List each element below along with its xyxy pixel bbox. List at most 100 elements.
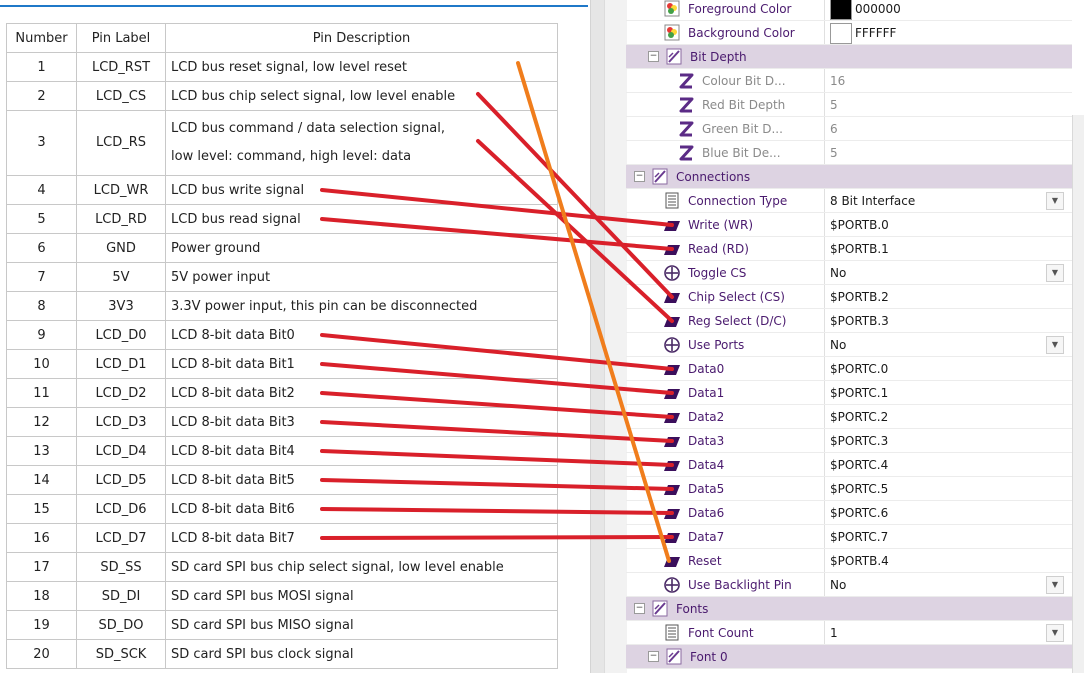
property-value[interactable]: 6	[830, 122, 838, 136]
property-value[interactable]: $PORTC.2	[830, 410, 888, 424]
pin-table-header: Number Pin Label Pin Description	[6, 23, 558, 53]
header-pin-label: Pin Label	[76, 23, 166, 53]
property-group-fonts[interactable]: − Fonts	[626, 597, 1072, 621]
property-row-d4[interactable]: Data4 $PORTC.4	[626, 453, 1072, 477]
property-value[interactable]: No	[830, 338, 846, 352]
pin-description-cell: LCD 8-bit data Bit4	[165, 436, 558, 466]
property-row-fg[interactable]: Foreground Color 000000	[626, 0, 1072, 21]
property-value[interactable]: $PORTC.5	[830, 482, 888, 496]
property-value[interactable]: 5	[830, 146, 838, 160]
table-row: 7 5V 5V power input	[6, 262, 558, 292]
pin-label-cell: LCD_D3	[76, 407, 166, 437]
property-value[interactable]: $PORTB.1	[830, 242, 889, 256]
pin-number-cell: 9	[6, 320, 77, 350]
property-value[interactable]: $PORTB.2	[830, 290, 889, 304]
property-label: Font 0	[690, 650, 728, 664]
collapse-toggle-icon[interactable]: −	[634, 603, 645, 614]
property-row-fontcount[interactable]: Font Count 1 ▼	[626, 621, 1072, 645]
property-row-d2[interactable]: Data2 $PORTC.2	[626, 405, 1072, 429]
property-name-cell: Use Ports	[626, 333, 825, 356]
dropdown-arrow-icon[interactable]: ▼	[1046, 624, 1064, 642]
pin-description-cell: LCD bus read signal	[165, 204, 558, 234]
property-value[interactable]: FFFFFF	[855, 26, 896, 40]
property-value[interactable]: $PORTC.1	[830, 386, 888, 400]
palette-icon	[664, 0, 680, 17]
property-value[interactable]: $PORTC.6	[830, 506, 888, 520]
property-group-connections[interactable]: − Connections	[626, 165, 1072, 189]
property-name-cell: Read (RD)	[626, 237, 825, 260]
property-value[interactable]: No	[830, 578, 846, 592]
pin-label-cell: LCD_D4	[76, 436, 166, 466]
pin-label-cell: 3V3	[76, 291, 166, 321]
pin-label-cell: LCD_D5	[76, 465, 166, 495]
property-value[interactable]: 1	[830, 626, 838, 640]
property-label: Reg Select (D/C)	[688, 314, 787, 328]
property-row-togglecs[interactable]: Toggle CS No ▼	[626, 261, 1072, 285]
property-label: Data2	[688, 410, 725, 424]
property-row-d1[interactable]: Data1 $PORTC.1	[626, 381, 1072, 405]
property-row-bg[interactable]: Background Color FFFFFF	[626, 21, 1072, 45]
dropdown-arrow-icon[interactable]: ▼	[1046, 576, 1064, 594]
property-row-d0[interactable]: Data0 $PORTC.0	[626, 357, 1072, 381]
property-name-cell: Write (WR)	[626, 213, 825, 236]
property-value[interactable]: No	[830, 266, 846, 280]
collapse-toggle-icon[interactable]: −	[648, 51, 659, 62]
dropdown-arrow-icon[interactable]: ▼	[1046, 336, 1064, 354]
property-row-useports[interactable]: Use Ports No ▼	[626, 333, 1072, 357]
property-row-dc[interactable]: Reg Select (D/C) $PORTB.3	[626, 309, 1072, 333]
pin-number-cell: 17	[6, 552, 77, 582]
property-name-cell: Data7	[626, 525, 825, 548]
property-value[interactable]: $PORTC.4	[830, 458, 888, 472]
pin-icon	[664, 221, 680, 231]
table-row: 1 LCD_RST LCD bus reset signal, low level …	[6, 52, 558, 82]
property-name-cell: Chip Select (CS)	[626, 285, 825, 308]
property-row-reset[interactable]: Reset $PORTB.4	[626, 549, 1072, 573]
property-row-conntype[interactable]: Connection Type 8 Bit Interface ▼	[626, 189, 1072, 213]
pin-number-cell: 16	[6, 523, 77, 553]
pin-icon	[664, 461, 680, 471]
property-row-d7[interactable]: Data7 $PORTC.7	[626, 525, 1072, 549]
splitter[interactable]	[590, 0, 605, 673]
pin-label-cell: 5V	[76, 262, 166, 292]
property-value[interactable]: 16	[830, 74, 845, 88]
property-value[interactable]: $PORTB.4	[830, 554, 889, 568]
property-value[interactable]: $PORTB.0	[830, 218, 889, 232]
dropdown-arrow-icon[interactable]: ▼	[1046, 192, 1064, 210]
property-row-rd[interactable]: Read (RD) $PORTB.1	[626, 237, 1072, 261]
property-row-bluebits[interactable]: Blue Bit De... 5	[626, 141, 1072, 165]
property-value[interactable]: $PORTC.0	[830, 362, 888, 376]
property-row-greenbits[interactable]: Green Bit D... 6	[626, 117, 1072, 141]
palette-icon	[664, 24, 680, 41]
crosshair-icon	[664, 577, 680, 593]
table-row: 17 SD_SS SD card SPI bus chip select signa…	[6, 552, 558, 582]
header-rule	[0, 5, 588, 7]
property-value[interactable]: $PORTC.3	[830, 434, 888, 448]
property-row-redbits[interactable]: Red Bit Depth 5	[626, 93, 1072, 117]
color-swatch[interactable]	[830, 23, 852, 44]
property-value[interactable]: 8 Bit Interface	[830, 194, 915, 208]
pin-label-cell: LCD_RS	[76, 110, 166, 176]
pin-number-cell: 11	[6, 378, 77, 408]
color-swatch[interactable]	[830, 0, 852, 20]
property-group-bitdepth[interactable]: − Bit Depth	[626, 45, 1072, 69]
dropdown-arrow-icon[interactable]: ▼	[1046, 264, 1064, 282]
property-row-wr[interactable]: Write (WR) $PORTB.0	[626, 213, 1072, 237]
property-row-d5[interactable]: Data5 $PORTC.5	[626, 477, 1072, 501]
property-row-d3[interactable]: Data3 $PORTC.3	[626, 429, 1072, 453]
property-row-backlight[interactable]: Use Backlight Pin No ▼	[626, 573, 1072, 597]
property-value[interactable]: 5	[830, 98, 838, 112]
table-row: 11 LCD_D2 LCD 8-bit data Bit2	[6, 378, 558, 408]
property-value[interactable]: 000000	[855, 2, 901, 16]
property-row-cs[interactable]: Chip Select (CS) $PORTB.2	[626, 285, 1072, 309]
property-value[interactable]: $PORTB.3	[830, 314, 889, 328]
pin-icon	[664, 533, 680, 543]
table-row: 15 LCD_D6 LCD 8-bit data Bit6	[6, 494, 558, 524]
property-row-d6[interactable]: Data6 $PORTC.6	[626, 501, 1072, 525]
collapse-toggle-icon[interactable]: −	[648, 651, 659, 662]
pin-icon	[664, 437, 680, 447]
property-row-colourbits[interactable]: Colour Bit D... 16	[626, 69, 1072, 93]
property-value[interactable]: $PORTC.7	[830, 530, 888, 544]
property-group-font0[interactable]: − Font 0	[626, 645, 1072, 669]
collapse-toggle-icon[interactable]: −	[634, 171, 645, 182]
property-grid-scrollbar[interactable]	[1072, 115, 1084, 673]
